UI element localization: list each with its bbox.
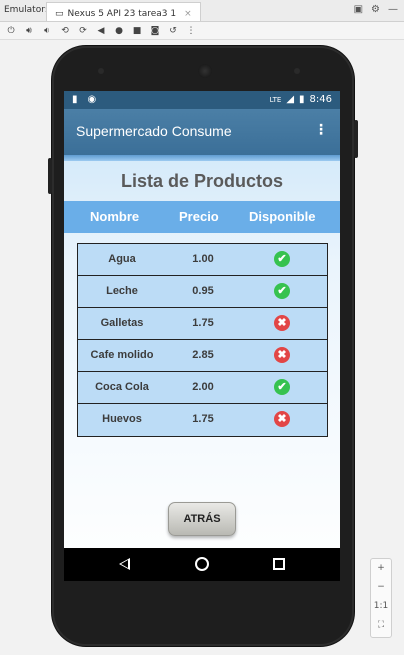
- table-header: Nombre Precio Disponible: [64, 201, 340, 233]
- restore-icon[interactable]: ▣: [354, 4, 363, 15]
- camera-icon[interactable]: ◙: [149, 25, 161, 37]
- power-icon[interactable]: ⏻: [5, 25, 17, 37]
- lte-label: LTE: [269, 95, 282, 104]
- emulator-label: Emulator:: [4, 5, 48, 15]
- product-table: Agua 1.00 ✔ Leche 0.95 ✔ Galletas 1.75 ✖ Cafe mol…: [77, 243, 328, 437]
- nav-back-icon[interactable]: [119, 558, 130, 570]
- speaker-grille: [198, 64, 212, 78]
- check-circle-icon: ✔: [274, 283, 290, 299]
- phone-screen: ▮ ◉ LTE ◢ ▮ 8:46 Supermercado Consume ⋮ …: [64, 91, 340, 581]
- product-name: Huevos: [102, 413, 142, 425]
- product-price: 2.85: [192, 349, 214, 361]
- snapshot-icon[interactable]: ↺: [167, 25, 179, 37]
- overview-icon[interactable]: ■: [131, 25, 143, 37]
- zoom-out-button[interactable]: −: [371, 578, 391, 597]
- x-circle-icon: ✖: [274, 347, 290, 363]
- volume-down-icon[interactable]: 🔉︎: [41, 25, 53, 37]
- table-row: Agua 1.00 ✔: [78, 244, 327, 276]
- check-circle-icon: ✔: [274, 251, 290, 267]
- accent-strip: [64, 155, 340, 161]
- product-price: 1.00: [192, 253, 214, 265]
- minimize-icon[interactable]: —: [388, 4, 398, 15]
- emulator-tab-bar: Emulator: ▭ Nexus 5 API 23 tarea3 1 × ▣ …: [0, 0, 404, 22]
- product-name: Coca Cola: [95, 381, 149, 393]
- zoom-actual-size-button[interactable]: 1:1: [371, 597, 391, 616]
- product-price: 2.00: [192, 381, 214, 393]
- android-icon: ◉: [87, 94, 97, 105]
- clock: 8:46: [309, 94, 332, 105]
- action-bar: Supermercado Consume ⋮: [64, 109, 340, 155]
- zoom-fit-icon[interactable]: ⛶: [371, 616, 391, 635]
- table-row: Leche 0.95 ✔: [78, 276, 327, 308]
- back-icon[interactable]: ◀: [95, 25, 107, 37]
- table-row: Cafe molido 2.85 ✖: [78, 340, 327, 372]
- emulator-tab[interactable]: ▭ Nexus 5 API 23 tarea3 1 ×: [46, 2, 201, 21]
- front-camera: [98, 68, 104, 74]
- product-name: Agua: [108, 253, 136, 265]
- power-button[interactable]: [354, 120, 358, 158]
- volume-up-icon[interactable]: 🔊︎: [23, 25, 35, 37]
- overflow-menu-icon[interactable]: ⋮: [314, 122, 328, 138]
- notification-icon: ▮: [72, 94, 78, 105]
- page-title: Lista de Productos: [120, 171, 284, 191]
- table-row: Coca Cola 2.00 ✔: [78, 372, 327, 404]
- battery-icon: ▮: [299, 94, 305, 105]
- status-bar: ▮ ◉ LTE ◢ ▮ 8:46: [64, 91, 340, 109]
- rotate-left-icon[interactable]: ⟲: [59, 25, 71, 37]
- app-title: Supermercado Consume: [76, 123, 232, 139]
- proximity-sensor: [294, 68, 300, 74]
- signal-icon: ◢: [286, 94, 295, 105]
- more-icon[interactable]: ⋮: [185, 25, 197, 37]
- header-price: Precio: [179, 209, 219, 224]
- header-name: Nombre: [90, 209, 140, 224]
- product-name: Cafe molido: [90, 349, 154, 361]
- home-icon[interactable]: ●: [113, 25, 125, 37]
- x-circle-icon: ✖: [274, 315, 290, 331]
- product-price: 1.75: [192, 317, 214, 329]
- check-circle-icon: ✔: [274, 379, 290, 395]
- product-price: 1.75: [192, 413, 214, 425]
- emulator-tab-label: Nexus 5 API 23 tarea3 1: [67, 8, 177, 19]
- device-icon: ▭: [55, 8, 64, 19]
- rotate-right-icon[interactable]: ⟳: [77, 25, 89, 37]
- zoom-in-button[interactable]: +: [371, 559, 391, 578]
- navigation-bar: [64, 548, 340, 581]
- nav-home-icon[interactable]: [195, 557, 209, 571]
- header-available: Disponible: [249, 209, 316, 224]
- product-price: 0.95: [192, 285, 214, 297]
- volume-button[interactable]: [48, 158, 52, 194]
- nav-recents-icon[interactable]: [273, 558, 285, 570]
- product-name: Galletas: [100, 317, 144, 329]
- x-circle-icon: ✖: [274, 411, 290, 427]
- emulator-toolbar: ⏻ 🔊︎ 🔉︎ ⟲ ⟳ ◀ ● ■ ◙ ↺ ⋮: [0, 22, 404, 40]
- table-row: Galletas 1.75 ✖: [78, 308, 327, 340]
- zoom-panel: + − 1:1 ⛶: [370, 558, 392, 638]
- gear-icon[interactable]: ⚙: [371, 4, 380, 15]
- table-row: Huevos 1.75 ✖: [78, 404, 327, 436]
- product-name: Leche: [106, 285, 138, 297]
- close-tab-icon[interactable]: ×: [184, 9, 192, 19]
- back-button[interactable]: ATRÁS: [168, 502, 236, 536]
